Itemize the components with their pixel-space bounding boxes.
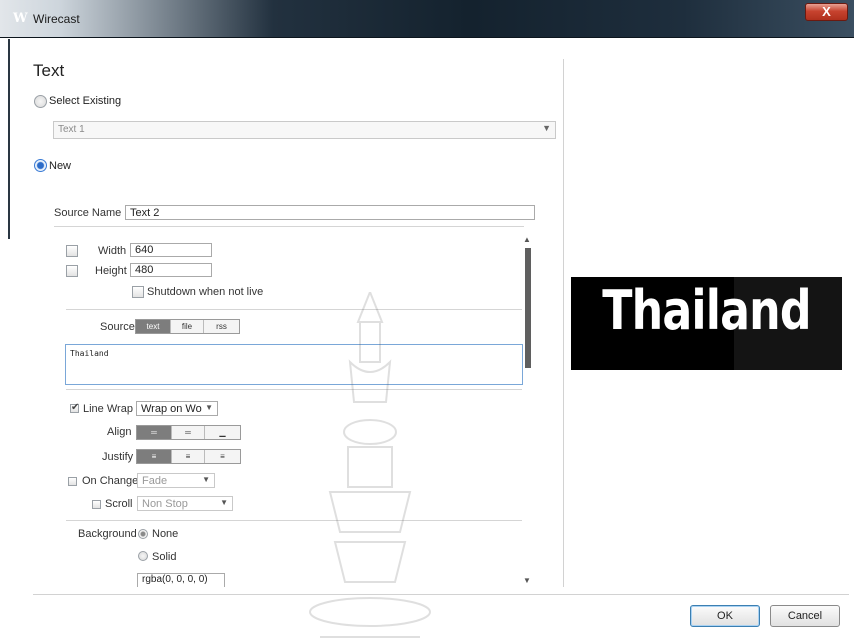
justify-right-button[interactable]: ≡ bbox=[205, 450, 240, 463]
divider bbox=[66, 520, 522, 521]
select-existing-label: Select Existing bbox=[49, 95, 122, 107]
watermark-emblem-icon bbox=[309, 292, 431, 638]
source-tabs: text file rss bbox=[135, 319, 240, 334]
chevron-down-icon: ▼ bbox=[220, 498, 228, 507]
preview-text: Thailand bbox=[602, 279, 811, 342]
footer-divider bbox=[33, 594, 849, 595]
justify-label: Justify bbox=[102, 451, 134, 463]
select-existing-radio[interactable] bbox=[34, 95, 47, 108]
new-label: New bbox=[49, 160, 72, 172]
divider bbox=[66, 309, 522, 310]
scroll-checkbox[interactable] bbox=[92, 500, 101, 509]
source-name-input[interactable] bbox=[125, 205, 535, 220]
preview-panel: Thailand bbox=[571, 277, 842, 370]
title-bar: W Wirecast X bbox=[0, 0, 854, 38]
background-label: Background bbox=[78, 528, 137, 540]
source-label: Source bbox=[100, 321, 135, 333]
options-scrollbar[interactable]: ▲ ▼ bbox=[523, 235, 533, 585]
vertical-divider bbox=[563, 59, 564, 587]
align-label: Align bbox=[107, 426, 132, 438]
line-wrap-value: Wrap on Wo bbox=[141, 403, 202, 415]
height-label: Height bbox=[95, 265, 127, 277]
background-color-field[interactable]: rgba(0, 0, 0, 0) bbox=[137, 573, 225, 587]
source-text-area[interactable]: Thailand bbox=[65, 344, 523, 385]
scroll-label: Scroll bbox=[105, 498, 133, 510]
tab-rss[interactable]: rss bbox=[204, 320, 239, 333]
window-title: Wirecast bbox=[33, 12, 80, 26]
window-left-edge bbox=[0, 39, 10, 644]
justify-segment: ≡ ≡ ≡ bbox=[136, 449, 241, 464]
chevron-down-icon: ▼ bbox=[542, 123, 551, 133]
width-label: Width bbox=[98, 245, 127, 257]
shutdown-checkbox[interactable] bbox=[132, 286, 144, 298]
justify-center-button[interactable]: ≡ bbox=[172, 450, 205, 463]
scroll-dropdown[interactable]: Non Stop ▼ bbox=[137, 496, 233, 511]
wirecast-logo-icon: W bbox=[13, 11, 28, 26]
align-middle-button[interactable]: ═ bbox=[172, 426, 205, 439]
background-none-radio[interactable] bbox=[138, 529, 148, 539]
cancel-button[interactable]: Cancel bbox=[770, 605, 840, 627]
scrollbar-thumb[interactable] bbox=[525, 248, 531, 368]
line-wrap-dropdown[interactable]: Wrap on Wo ▼ bbox=[136, 401, 218, 416]
chevron-down-icon: ▼ bbox=[202, 475, 210, 484]
existing-source-value: Text 1 bbox=[58, 124, 85, 135]
width-input[interactable] bbox=[130, 243, 212, 257]
on-change-checkbox[interactable] bbox=[68, 477, 77, 486]
divider bbox=[66, 389, 522, 390]
align-top-button[interactable]: ═ bbox=[137, 426, 172, 439]
on-change-label: On Change bbox=[82, 475, 139, 487]
page-title: Text bbox=[33, 61, 65, 80]
on-change-dropdown[interactable]: Fade ▼ bbox=[137, 473, 215, 488]
align-segment: ═ ═ ▁ bbox=[136, 425, 241, 440]
height-checkbox[interactable] bbox=[66, 265, 78, 277]
scroll-down-icon[interactable]: ▼ bbox=[523, 576, 531, 585]
scroll-up-icon[interactable]: ▲ bbox=[523, 235, 531, 244]
background-none-label: None bbox=[152, 528, 179, 540]
line-wrap-checkbox[interactable] bbox=[70, 402, 79, 413]
existing-source-dropdown[interactable]: Text 1 ▼ bbox=[53, 121, 556, 139]
background-solid-label: Solid bbox=[152, 551, 177, 563]
on-change-value: Fade bbox=[142, 475, 168, 487]
ok-button[interactable]: OK bbox=[690, 605, 760, 627]
close-button[interactable]: X bbox=[805, 3, 848, 21]
divider bbox=[54, 226, 524, 227]
dialog-body: Text Select Existing Text 1 ▼ New Source… bbox=[10, 39, 854, 644]
new-radio[interactable] bbox=[34, 159, 47, 172]
tab-file[interactable]: file bbox=[171, 320, 204, 333]
tab-text[interactable]: text bbox=[136, 320, 171, 333]
width-checkbox[interactable] bbox=[66, 245, 78, 257]
line-wrap-label: Line Wrap bbox=[83, 403, 133, 415]
shutdown-label: Shutdown when not live bbox=[147, 286, 264, 298]
align-bottom-button[interactable]: ▁ bbox=[205, 426, 240, 439]
source-name-label: Source Name bbox=[54, 207, 122, 219]
scroll-value: Non Stop bbox=[142, 498, 188, 510]
height-input[interactable] bbox=[130, 263, 212, 277]
background-solid-radio[interactable] bbox=[138, 551, 148, 561]
justify-left-button[interactable]: ≡ bbox=[137, 450, 172, 463]
chevron-down-icon: ▼ bbox=[205, 403, 213, 412]
